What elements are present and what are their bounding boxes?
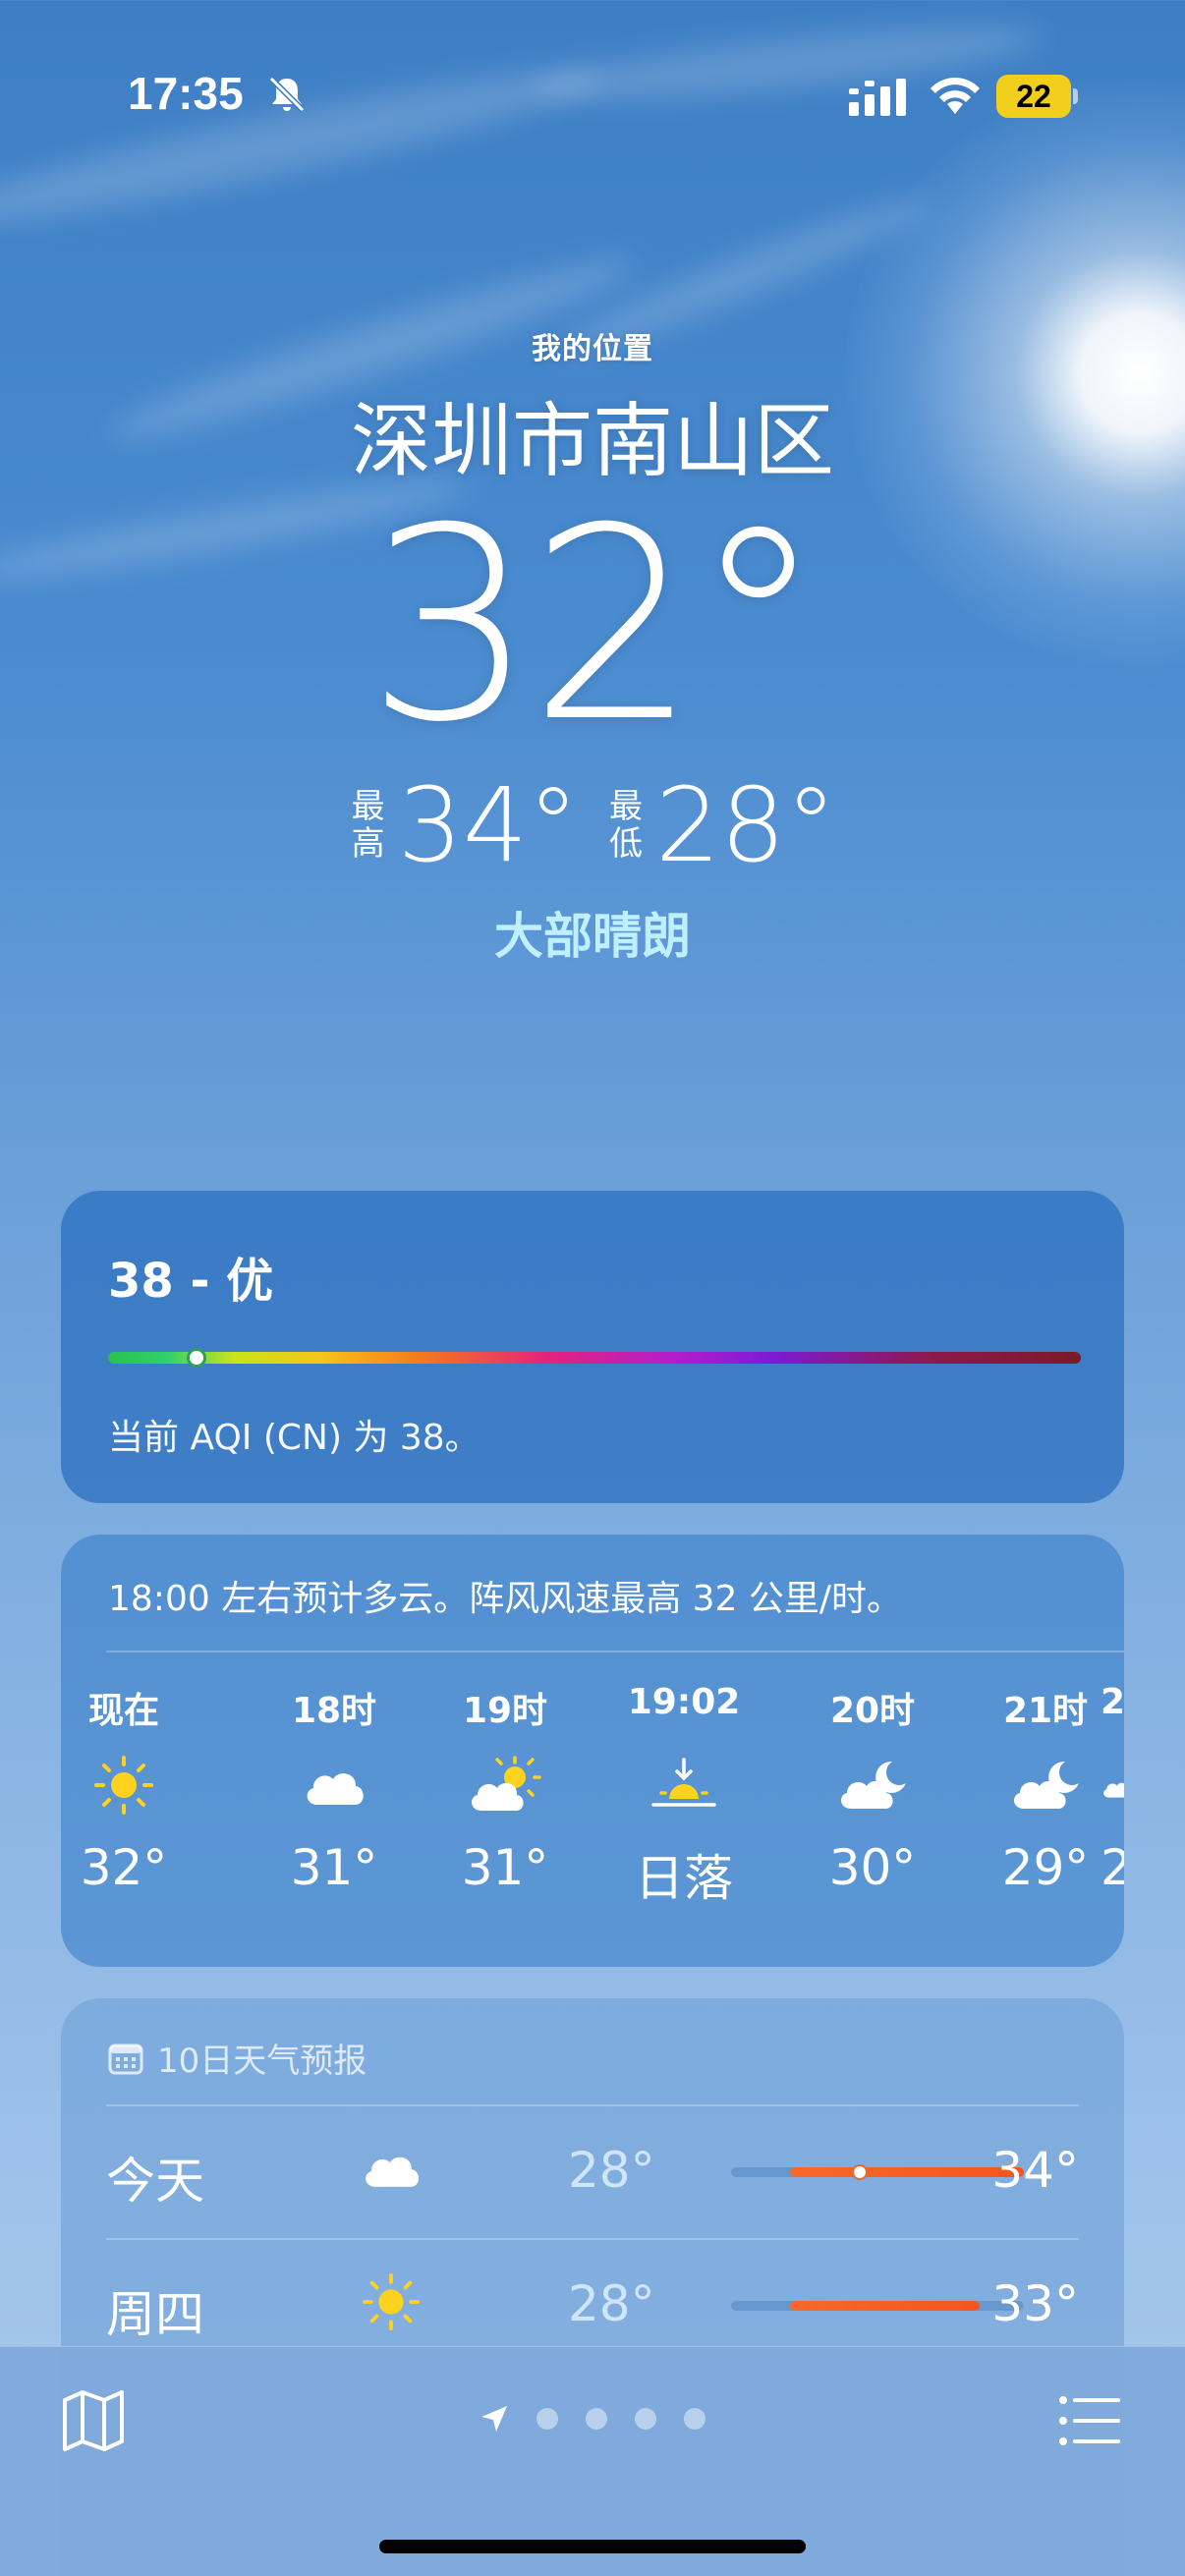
- temperature-range-fill: [789, 2167, 1024, 2177]
- forecast-header-label: 10日天气预报: [157, 2042, 367, 2081]
- temperature-range-fill: [789, 2301, 981, 2311]
- home-indicator: [379, 2540, 806, 2553]
- location-label: 我的位置: [532, 332, 653, 366]
- hour-label: 18时: [291, 1691, 377, 1731]
- bottom-toolbar: [0, 2346, 1185, 2576]
- hour-temp: 32°: [80, 1839, 168, 1896]
- forecast-low: 28°: [568, 2142, 655, 2199]
- hour-item: 2 2: [1100, 1682, 1124, 1896]
- hourly-forecast-card[interactable]: 18:00 左右预计多云。阵风风速最高 32 公里/时。 现在 32° 18时 …: [61, 1535, 1124, 1967]
- sun-icon: [94, 1756, 153, 1815]
- page-dot: [586, 2408, 607, 2430]
- cloud-icon: [307, 1773, 364, 1805]
- aqi-title: 38 - 优: [108, 1254, 274, 1309]
- hour-temp: 2: [1100, 1839, 1124, 1896]
- divider: [106, 1651, 1124, 1652]
- forecast-day: 今天: [106, 2153, 204, 2210]
- page-indicator[interactable]: [478, 2402, 733, 2436]
- hour-label: 19:02: [627, 1682, 741, 1722]
- hourly-scroll[interactable]: 现在 32° 18时 31° 19时 31° 19:02 日落 20时 30° …: [61, 1682, 1124, 1957]
- hour-temp: 29°: [1001, 1839, 1090, 1896]
- air-quality-card[interactable]: 38 - 优 当前 AQI (CN) 为 38。: [61, 1191, 1124, 1503]
- location-arrow-icon: [481, 2406, 507, 2432]
- cloud-moon-icon: [1014, 1761, 1079, 1809]
- battery-level: 22: [996, 75, 1071, 118]
- hour-temp: 30°: [828, 1839, 917, 1896]
- hour-label: 现在: [87, 1691, 159, 1731]
- aqi-scale-bar: [108, 1352, 1081, 1364]
- page-dot: [635, 2408, 656, 2430]
- hour-label: 20时: [829, 1691, 916, 1731]
- low-temp: 28°: [655, 765, 837, 885]
- hourly-summary: 18:00 左右预计多云。阵风风速最高 32 公里/时。: [108, 1579, 903, 1619]
- bell-slash-icon: [268, 76, 306, 113]
- hour-temp: 31°: [290, 1839, 378, 1896]
- hour-item: 19:02 日落: [615, 1682, 753, 1910]
- partly-sunny-icon: [472, 1756, 541, 1811]
- current-weather: 我的位置 深圳市南山区 32° 最高 34° 最低 28° 大部晴朗: [0, 324, 1185, 968]
- hour-item: 21时 29°: [977, 1682, 1114, 1896]
- status-bar: 17:35 22: [0, 0, 1185, 187]
- hour-item: 19时 31°: [436, 1682, 574, 1896]
- page-dot: [536, 2408, 558, 2430]
- battery-icon: 22: [996, 75, 1079, 118]
- forecast-header: 10日天气预报: [108, 2034, 367, 2082]
- temperature-range-bar: [731, 2301, 1024, 2311]
- high-label: 最高: [351, 787, 385, 864]
- hour-item: 18时 31°: [265, 1682, 403, 1896]
- calendar-icon: [108, 2044, 143, 2074]
- forecast-high: 33°: [991, 2275, 1079, 2332]
- weather-condition: 大部晴朗: [494, 908, 691, 965]
- hour-temp: 日落: [635, 1850, 733, 1907]
- aqi-indicator: [187, 1348, 206, 1368]
- sunset-icon: [651, 1758, 716, 1807]
- hour-label: 2: [1100, 1682, 1124, 1722]
- hour-item: 现在 32°: [61, 1682, 193, 1896]
- hour-temp: 31°: [461, 1839, 549, 1896]
- forecast-low: 28°: [568, 2275, 655, 2332]
- page-dot: [684, 2408, 705, 2430]
- hour-label: 19时: [462, 1691, 548, 1731]
- temperature-range-bar: [731, 2164, 1024, 2180]
- cloud-moon-icon: [841, 1761, 906, 1809]
- high-temp: 34°: [397, 765, 579, 885]
- current-temp-marker: [852, 2164, 869, 2180]
- aqi-description: 当前 AQI (CN) 为 38。: [108, 1418, 480, 1458]
- cellular-signal-icon: [849, 79, 906, 116]
- hour-label: 21时: [1002, 1691, 1089, 1731]
- hour-item: 20时 30°: [804, 1682, 941, 1896]
- wifi-icon: [931, 78, 980, 114]
- map-icon[interactable]: [59, 2386, 128, 2455]
- current-temperature: 32°: [366, 471, 825, 780]
- forecast-row[interactable]: 今天 28° 34°: [106, 2104, 1079, 2238]
- high-low-temps: 最高 34° 最低 28°: [0, 771, 1185, 879]
- forecast-high: 34°: [991, 2142, 1079, 2199]
- cloud-moon-icon: [1103, 1782, 1124, 1798]
- status-time: 17:35: [128, 68, 244, 119]
- sun-icon: [362, 2272, 421, 2331]
- list-icon[interactable]: [1057, 2388, 1122, 2453]
- forecast-day: 周四: [106, 2286, 204, 2343]
- low-label: 最低: [609, 787, 643, 864]
- cloud-icon: [366, 2156, 420, 2187]
